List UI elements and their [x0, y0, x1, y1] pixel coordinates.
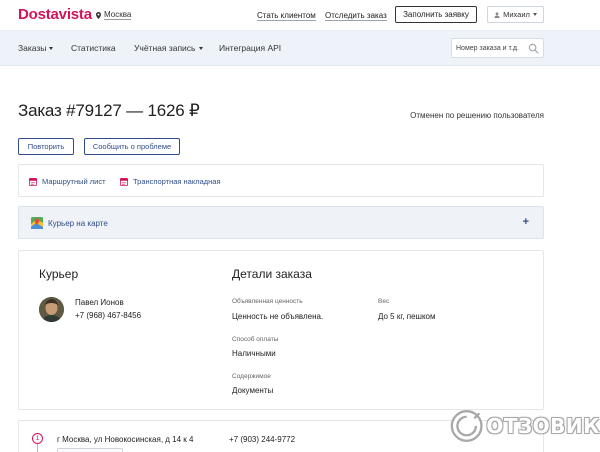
nav-account[interactable]: Учётная запись — [134, 43, 203, 53]
avatar — [39, 297, 64, 322]
track-order-link[interactable]: Отследить заказ — [325, 11, 387, 21]
contents-value: Документы — [232, 386, 274, 395]
user-menu-button[interactable]: Михаил — [487, 6, 544, 23]
declared-value: Ценность не объявлена. — [232, 312, 324, 321]
watermark: ОТЗОВИК — [450, 406, 600, 446]
nav-account-label: Учётная запись — [134, 43, 196, 53]
route-sheet-label: Маршрутный лист — [42, 177, 106, 186]
top-bar: Dostavista Москва Стать клиентом Отследи… — [0, 0, 600, 31]
route-chip — [57, 448, 123, 452]
location-pin-icon — [96, 11, 101, 19]
courier-map-toggle[interactable]: Курьер на карте + — [18, 206, 544, 239]
payment-value: Наличными — [232, 349, 276, 358]
pdf-document-icon — [120, 177, 128, 186]
payment-label: Способ оплаты — [232, 336, 279, 343]
fill-request-button[interactable]: Заполнить заявку — [395, 6, 477, 23]
courier-photo — [39, 297, 64, 322]
map-icon — [31, 217, 43, 229]
route-phone[interactable]: +7 (903) 244-9772 — [229, 435, 295, 444]
nav-statistics-label: Статистика — [71, 43, 116, 53]
logo[interactable]: Dostavista — [18, 6, 92, 23]
waybill-label: Транспортная накладная — [133, 177, 221, 186]
pdf-document-icon — [29, 177, 37, 186]
chevron-down-icon — [49, 46, 54, 50]
route-address: г Москва, ул Новокосинская, д 14 к 4 — [57, 435, 194, 444]
main-nav: Заказы Статистика Учётная запись Интегра… — [0, 31, 600, 66]
courier-heading: Курьер — [39, 267, 79, 281]
repeat-order-button[interactable]: Повторить — [18, 138, 74, 155]
nav-orders-label: Заказы — [18, 43, 47, 53]
weight-value: До 5 кг, пешком — [378, 312, 436, 321]
weight-label: Вес — [378, 298, 390, 305]
user-name: Михаил — [503, 10, 530, 19]
page-title: Заказ #79127 — 1626 ₽ — [18, 101, 200, 120]
expand-plus-icon[interactable]: + — [523, 216, 529, 228]
route-sheet-link[interactable]: Маршрутный лист — [29, 177, 106, 186]
waybill-link[interactable]: Транспортная накладная — [120, 177, 221, 186]
route-connector — [37, 444, 38, 452]
report-problem-button[interactable]: Сообщить о проблеме — [84, 138, 180, 155]
courier-phone[interactable]: +7 (968) 467-8456 — [75, 311, 141, 320]
declared-value-label: Объявленная ценность — [232, 298, 303, 305]
nav-orders[interactable]: Заказы — [18, 43, 54, 53]
watermark-text: ОТЗОВИК — [486, 414, 600, 438]
order-status: Отменен по решению пользователя — [410, 111, 544, 120]
search-box — [451, 38, 544, 58]
watermark-logo-icon — [450, 410, 483, 442]
search-icon[interactable] — [528, 43, 539, 54]
courier-map-label: Курьер на карте — [48, 219, 108, 228]
nav-api-label: Интеграция API — [219, 43, 282, 53]
city-selector[interactable]: Москва — [96, 10, 132, 20]
become-client-link[interactable]: Стать клиентом — [257, 11, 316, 21]
nav-api[interactable]: Интеграция API — [219, 43, 281, 53]
city-label: Москва — [104, 10, 132, 20]
documents-panel: Маршрутный лист Транспортная накладная — [18, 164, 544, 197]
user-icon — [494, 11, 500, 18]
search-input[interactable] — [456, 42, 528, 55]
contents-label: Содержимое — [232, 373, 271, 380]
courier-name: Павел Ионов — [75, 298, 124, 307]
details-heading: Детали заказа — [232, 267, 312, 281]
chevron-down-icon — [532, 13, 537, 16]
route-point-number: 1 — [32, 433, 43, 444]
nav-statistics[interactable]: Статистика — [71, 43, 116, 53]
chevron-down-icon — [198, 46, 203, 50]
